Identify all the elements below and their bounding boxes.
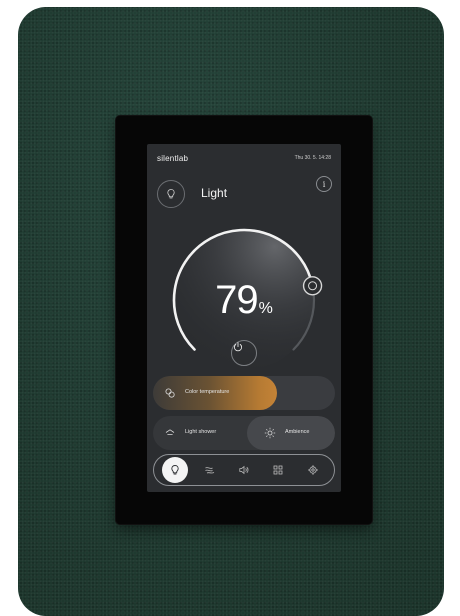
brightness-dial[interactable]: 79% — [157, 222, 331, 372]
nav-light[interactable] — [162, 457, 189, 483]
status-bar: silentlab Thu 30. 5. 14:28 — [157, 153, 331, 163]
scene-selector: Light shower Ambience — [153, 416, 335, 450]
nav-scenes[interactable] — [265, 457, 291, 483]
bulb-icon — [167, 189, 175, 199]
sun-icon — [263, 426, 277, 440]
fan-icon — [204, 467, 214, 474]
date-time: Thu 30. 5. 14:28 — [294, 155, 331, 161]
scene-ambience[interactable]: Ambience — [247, 416, 335, 450]
nav-settings[interactable] — [300, 457, 326, 483]
brightness-unit: % — [258, 300, 273, 317]
page-title: Light — [201, 186, 228, 200]
speaker-icon — [239, 465, 249, 475]
color-temperature-label: Color temperature — [185, 389, 230, 395]
power-button[interactable] — [231, 340, 257, 366]
bulb-icon — [171, 465, 179, 475]
info-icon: i — [322, 179, 326, 189]
color-temperature-icon — [163, 386, 177, 400]
nav-sound[interactable] — [231, 457, 257, 483]
shower-icon — [163, 426, 177, 440]
color-temperature-slider[interactable]: Color temperature — [153, 376, 335, 410]
touch-screen: silentlab Thu 30. 5. 14:28 Light i 79% C… — [147, 144, 341, 492]
grid-icon — [273, 465, 283, 475]
brightness-value: 79% — [157, 278, 331, 323]
scene-ambience-label: Ambience — [285, 429, 310, 435]
scene-light-shower-label: Light shower — [185, 429, 217, 435]
gear-icon — [307, 465, 318, 475]
brand-logo: silentlab — [157, 153, 189, 163]
nav-ventilation[interactable] — [197, 457, 223, 483]
bottom-navigation — [153, 454, 335, 486]
light-mode-button[interactable] — [157, 180, 185, 208]
scene-light-shower[interactable]: Light shower — [153, 416, 249, 450]
brightness-number: 79 — [215, 278, 258, 322]
power-icon — [233, 342, 243, 352]
info-button[interactable]: i — [316, 176, 332, 192]
